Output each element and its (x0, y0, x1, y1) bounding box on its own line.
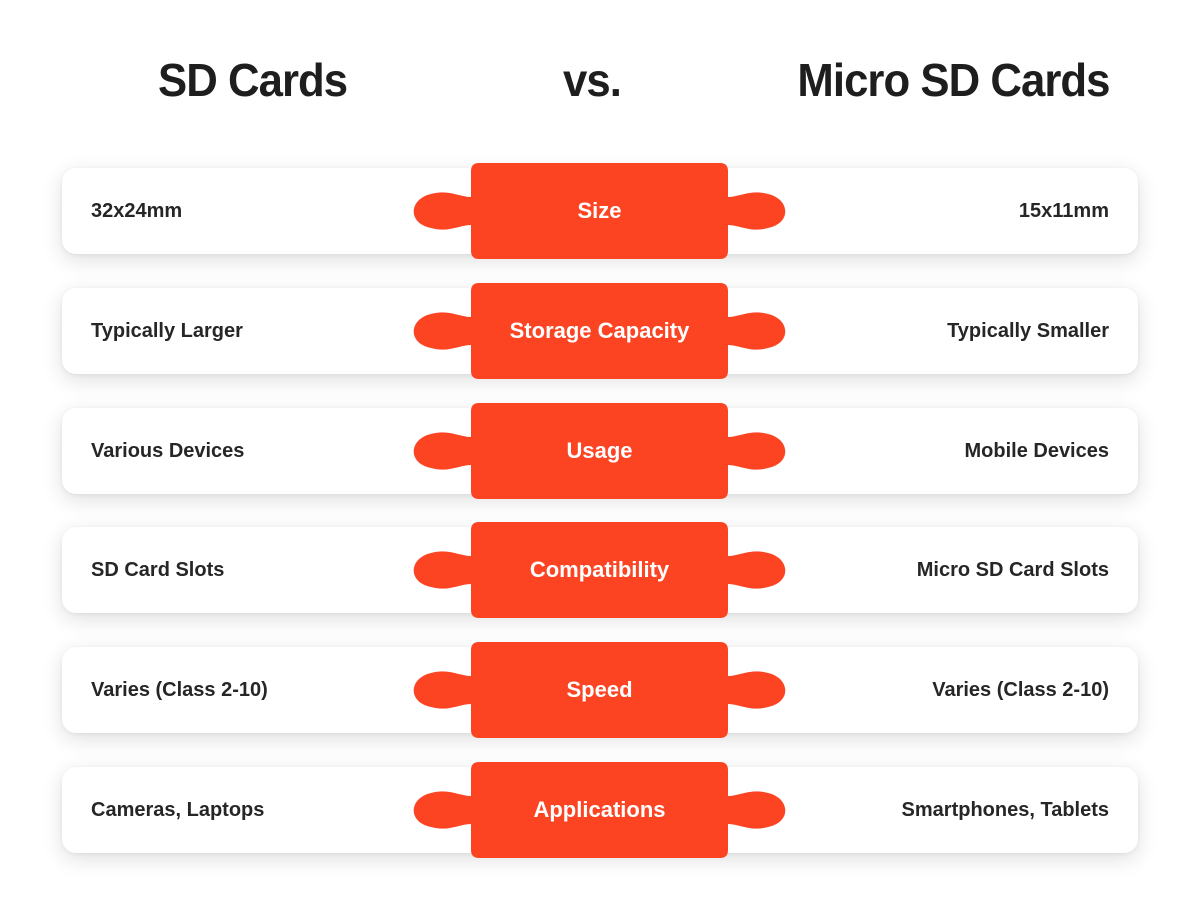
category-puzzle-tab: Usage (408, 402, 792, 499)
category-label: Compatibility (529, 557, 670, 583)
category-puzzle-tab: Storage Capacity (408, 282, 792, 379)
comparison-row-4: SD Card Slots Micro SD Card Slots Compat… (62, 522, 1138, 619)
category-label: Applications (533, 797, 666, 822)
sd-card-value: 32x24mm (91, 200, 183, 222)
sd-card-value: Cameras, Laptops (91, 799, 265, 821)
category-label: Storage Capacity (509, 317, 690, 343)
micro-sd-card-value: Mobile Devices (964, 439, 1109, 462)
sd-card-value: SD Card Slots (91, 559, 225, 582)
category-label: Speed (566, 677, 633, 703)
vs-label: vs. (563, 54, 622, 106)
category-puzzle-tab: Applications (408, 762, 792, 858)
comparison-row-2: Typically Larger Typically Smaller Stora… (62, 282, 1138, 379)
category-puzzle-tab: Speed (408, 642, 792, 739)
category-label: Size (577, 198, 622, 223)
category-puzzle-tab: Size (408, 163, 792, 259)
micro-sd-card-value: Smartphones, Tablets (901, 799, 1109, 821)
sd-cards-title: SD Cards (158, 54, 348, 106)
comparison-row-1: 32x24mm 15x11mm Size (62, 163, 1138, 259)
micro-sd-cards-title: Micro SD Cards (797, 54, 1111, 106)
comparison-row-5: Varies (Class 2-10) Varies (Class 2-10) … (62, 642, 1138, 739)
comparison-row-3: Various Devices Mobile Devices Usage (62, 402, 1138, 499)
category-label: Usage (566, 437, 633, 463)
comparison-row-6: Cameras, Laptops Smartphones, Tablets Ap… (62, 762, 1138, 858)
category-puzzle-tab: Compatibility (408, 522, 792, 619)
micro-sd-card-value: Micro SD Card Slots (916, 559, 1109, 582)
micro-sd-card-value: 15x11mm (1018, 200, 1109, 222)
sd-card-value: Typically Larger (91, 319, 243, 342)
sd-card-value: Various Devices (91, 439, 245, 462)
micro-sd-card-value: Varies (Class 2-10) (932, 679, 1109, 702)
sd-card-value: Varies (Class 2-10) (91, 679, 268, 702)
micro-sd-card-value: Typically Smaller (947, 319, 1109, 342)
